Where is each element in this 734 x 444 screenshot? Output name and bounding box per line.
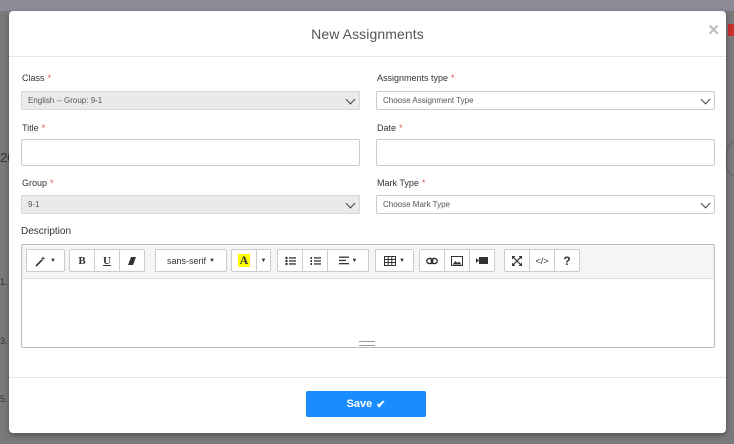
text-color-dropdown[interactable]: ▼ [256,249,271,272]
mark-type-select[interactable]: Choose Mark Type [376,195,715,214]
insert-picture-button[interactable] [444,249,470,272]
resize-handle-icon[interactable] [359,341,375,346]
group-label: Group * [22,178,54,188]
check-icon: ✔ [376,398,386,411]
text-color-button[interactable]: A [231,249,257,272]
date-input[interactable] [376,139,715,166]
background-circle-button [726,141,734,177]
title-input[interactable] [21,139,360,166]
chevron-down-icon [700,198,711,209]
insert-video-button[interactable] [469,249,495,272]
chevron-down-icon [700,94,711,105]
magic-wand-icon [35,255,46,267]
text-color-icon: A [237,253,251,267]
bold-button[interactable]: B [69,249,95,272]
save-button[interactable]: Save ✔ [306,391,426,417]
video-icon [476,257,488,264]
description-label: Description [21,226,72,237]
caret-down-icon: ▼ [351,257,358,264]
style-dropdown-button[interactable]: ▼ [26,249,65,272]
link-icon [426,257,438,264]
background-header-strip [0,0,734,11]
modal-title: New Assignments [311,26,424,42]
table-icon [384,255,397,266]
chevron-down-icon [345,198,356,209]
modal-footer: Save ✔ [9,377,726,434]
description-textarea[interactable] [22,279,714,342]
paragraph-align-dropdown[interactable]: ▼ [327,249,369,272]
background-list-number: 1. [0,277,8,287]
insert-link-button[interactable] [419,249,445,272]
bullet-list-icon [284,256,296,265]
chevron-down-icon [345,94,356,105]
background-list-number: 5. [0,394,8,404]
date-label: Date * [377,123,403,133]
assignments-type-select[interactable]: Choose Assignment Type [376,91,715,110]
caret-down-icon: ▼ [399,257,405,264]
table-dropdown[interactable]: ▼ [375,249,414,272]
fullscreen-button[interactable] [504,249,530,272]
modal-header: New Assignments ✕ [9,11,726,57]
assignments-type-label: Assignments type * [377,73,455,83]
help-button[interactable]: ? [554,249,580,272]
mark-type-label: Mark Type * [377,178,426,188]
underline-button[interactable]: U [94,249,120,272]
group-select[interactable]: 9-1 [21,195,360,214]
class-select[interactable]: English -- Group: 9-1 [21,91,360,110]
background-red-badge [728,24,734,36]
background-list-number: 3. [0,336,8,346]
new-assignment-modal: New Assignments ✕ Class * English -- Grou… [9,11,726,433]
caret-down-icon: ▼ [260,257,267,264]
editor-toolbar: ▼ B U sans-serif ▼ A ▼ ▼ ▼ </> ? [22,245,714,279]
expand-icon [512,255,522,266]
ordered-list-button[interactable] [302,249,328,272]
picture-icon [451,255,463,266]
title-label: Title * [22,123,46,133]
eraser-icon [128,256,136,265]
class-label: Class * [22,73,52,83]
description-editor: ▼ B U sans-serif ▼ A ▼ ▼ ▼ </> ? [21,244,715,348]
numbered-list-icon [310,256,321,265]
unordered-list-button[interactable] [277,249,303,272]
font-family-dropdown[interactable]: sans-serif ▼ [155,249,227,272]
caret-down-icon: ▼ [50,257,56,264]
clear-format-button[interactable] [119,249,145,272]
code-view-button[interactable]: </> [529,249,555,272]
caret-down-icon: ▼ [209,257,215,264]
close-icon[interactable]: ✕ [707,23,720,38]
align-left-icon [338,256,349,265]
